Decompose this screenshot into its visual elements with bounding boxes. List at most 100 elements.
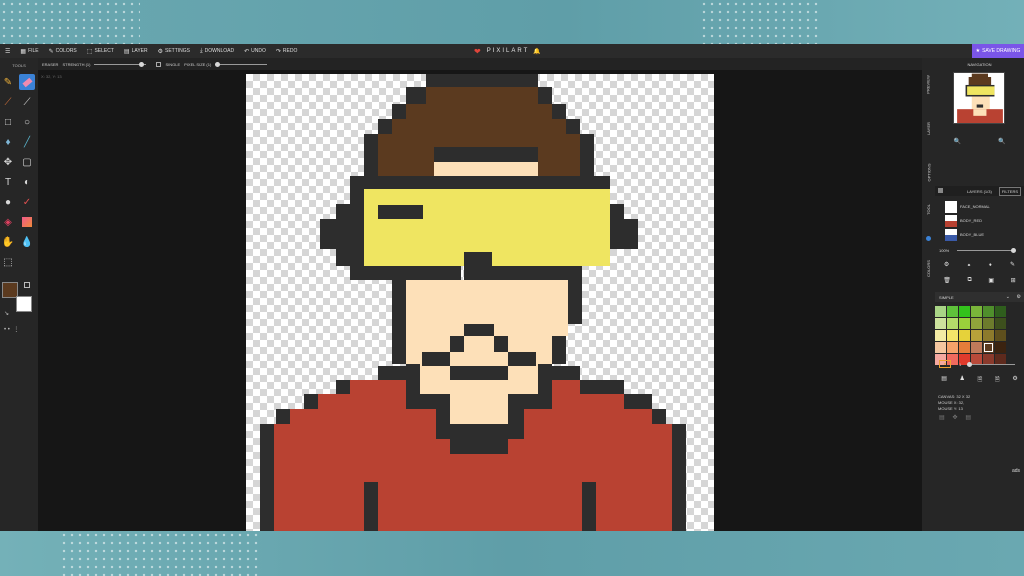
slider-knob[interactable] <box>215 61 221 67</box>
hand-icon[interactable]: ✋ <box>0 234 16 250</box>
palette-swatch[interactable] <box>995 342 1006 353</box>
swap-colors-icon[interactable] <box>24 282 30 288</box>
tab-tool[interactable]: TOOL <box>922 194 935 224</box>
palette-swatch[interactable] <box>971 318 982 329</box>
delete-layer-icon[interactable]: 🗑 <box>943 277 951 284</box>
line-icon[interactable]: ⟋ <box>19 94 35 110</box>
brush-size-indicator[interactable]: ● <box>939 360 951 368</box>
zoom-out-icon[interactable]: 🔍 <box>954 138 961 145</box>
color-replace-icon[interactable]: ◈ <box>0 214 16 230</box>
save-drawing-button[interactable]: ★ SAVE DRAWING <box>972 44 1024 58</box>
palette-swatch[interactable] <box>947 330 958 341</box>
eraser-icon[interactable] <box>19 74 35 90</box>
stamp-icon[interactable]: ● <box>0 194 16 210</box>
palette-swatch[interactable] <box>959 330 970 341</box>
menu-download[interactable]: ⤓ DOWNLOAD <box>195 44 239 58</box>
rectangle-icon[interactable]: □ <box>0 114 16 130</box>
dither-icon[interactable]: ◐ <box>19 174 35 190</box>
palette-header[interactable]: SIMPLE ⌄ ⚙ <box>935 292 1024 302</box>
palette-swatch[interactable] <box>947 318 958 329</box>
palette-swatch[interactable] <box>959 306 970 317</box>
line-tool-icon[interactable]: ⟋ <box>0 94 16 110</box>
palette-swatch[interactable] <box>995 306 1006 317</box>
save-palette-icon[interactable]: 🗎 <box>978 375 983 385</box>
slider-knob[interactable] <box>1011 248 1016 253</box>
add-layer-icon[interactable]: ⊞ <box>1011 277 1016 284</box>
single-checkbox[interactable] <box>156 61 162 67</box>
secondary-color-swatch[interactable] <box>16 296 32 312</box>
slider-knob[interactable] <box>967 362 972 367</box>
filters-button[interactable]: FILTERS <box>998 187 1021 196</box>
menu-settings[interactable]: ⚙ SETTINGS <box>153 44 195 58</box>
tab-preview[interactable]: PREVIEW <box>922 64 935 104</box>
bell-icon[interactable]: 🔔 <box>533 48 542 55</box>
menu-redo[interactable]: ↷ REDO <box>271 44 302 58</box>
fill-bucket-icon[interactable]: ♦ <box>0 134 16 150</box>
menu-layer[interactable]: ▤ LAYER <box>119 44 153 58</box>
palette-swatch[interactable] <box>947 342 958 353</box>
gradient-icon[interactable] <box>19 214 35 230</box>
tab-options[interactable]: OPTIONS <box>922 152 935 192</box>
menu-colors[interactable]: ✎ COLORS <box>44 44 82 58</box>
export-palette-icon[interactable]: 🗎 <box>995 375 1000 385</box>
brand-logo[interactable]: ❤ PIXILART 🔔 <box>474 44 543 58</box>
more-tools-icon[interactable]: • • ⋮ <box>4 326 19 333</box>
pixel-size-slider[interactable] <box>215 61 268 67</box>
palette-settings-icon[interactable]: ⚙ <box>1017 294 1021 300</box>
selection-icon[interactable]: ⬚ <box>0 254 16 270</box>
menu-select[interactable]: ⬚ SELECT <box>82 44 119 58</box>
palette-swatch[interactable] <box>959 318 970 329</box>
palette-swatch[interactable] <box>935 318 946 329</box>
palette-swatch[interactable] <box>983 330 994 341</box>
add-color-icon[interactable]: ▤ <box>941 375 947 385</box>
duplicate-layer-icon[interactable]: ⧉ <box>968 277 972 284</box>
mirror-icon[interactable]: ✥ <box>952 414 957 421</box>
layer-item[interactable]: FACE_NORMAL <box>935 200 1024 213</box>
palette-swatch[interactable] <box>935 306 946 317</box>
edit-layer-icon[interactable]: ✎ <box>1010 261 1015 271</box>
import-palette-icon[interactable]: ♟ <box>960 375 965 385</box>
palette-swatch[interactable] <box>983 342 994 353</box>
tab-colors[interactable]: COLORS <box>922 248 935 288</box>
text-icon[interactable]: T <box>0 174 16 190</box>
shape-icon[interactable]: ▢ <box>19 154 35 170</box>
strength-slider[interactable] <box>94 61 147 67</box>
menu-undo[interactable]: ↶ UNDO <box>239 44 271 58</box>
menu-file[interactable]: ▦ FILE <box>15 44 43 58</box>
palette-swatch[interactable] <box>947 306 958 317</box>
move-icon[interactable]: ✥ <box>0 154 16 170</box>
palette-swatch[interactable] <box>971 330 982 341</box>
layer-opacity-slider[interactable] <box>957 248 1016 253</box>
tab-layer[interactable]: LAYER <box>922 108 935 148</box>
layer-item[interactable]: BODY_RED <box>935 214 1024 227</box>
palette-swatch[interactable] <box>995 318 1006 329</box>
eyedropper-icon[interactable]: 💧 <box>19 234 35 250</box>
palette-swatch[interactable] <box>983 306 994 317</box>
layer-settings-icon[interactable]: ⚙ <box>944 261 949 271</box>
palette-swatch[interactable] <box>971 306 982 317</box>
palette-swatch[interactable] <box>971 342 982 353</box>
pin-icon[interactable]: ✓ <box>19 194 35 210</box>
brush-size-slider[interactable] <box>967 362 1015 367</box>
slider-knob[interactable] <box>139 61 145 67</box>
pencil-icon[interactable]: ✎ <box>0 74 16 90</box>
zoom-in-icon[interactable]: 🔍 <box>998 138 1005 145</box>
move-layer-down-icon[interactable]: 🠻 <box>989 261 993 271</box>
layer-visibility-toggle[interactable] <box>938 188 943 193</box>
frame-icon[interactable]: ▤ <box>965 414 971 421</box>
navigation-preview[interactable] <box>953 72 1005 124</box>
merge-layer-icon[interactable]: ▣ <box>988 277 994 284</box>
chevron-down-icon[interactable]: ⌄ <box>1006 294 1010 300</box>
palette-swatch[interactable] <box>983 318 994 329</box>
menu-button[interactable]: ☰ <box>0 44 15 58</box>
brush-icon[interactable]: ╱ <box>19 134 35 150</box>
palette-swatch[interactable] <box>995 330 1006 341</box>
layer-item[interactable]: BODY_BLUE <box>935 228 1024 241</box>
palette-swatch[interactable] <box>935 330 946 341</box>
palette-swatch[interactable] <box>935 342 946 353</box>
drawing-canvas[interactable] <box>246 74 714 531</box>
reset-colors-icon[interactable]: ↘ <box>4 310 9 317</box>
move-layer-up-icon[interactable]: 🠹 <box>967 261 971 271</box>
grid-icon[interactable]: ▤ <box>939 414 945 421</box>
palette-options-icon[interactable]: ⚙ <box>1012 375 1017 385</box>
